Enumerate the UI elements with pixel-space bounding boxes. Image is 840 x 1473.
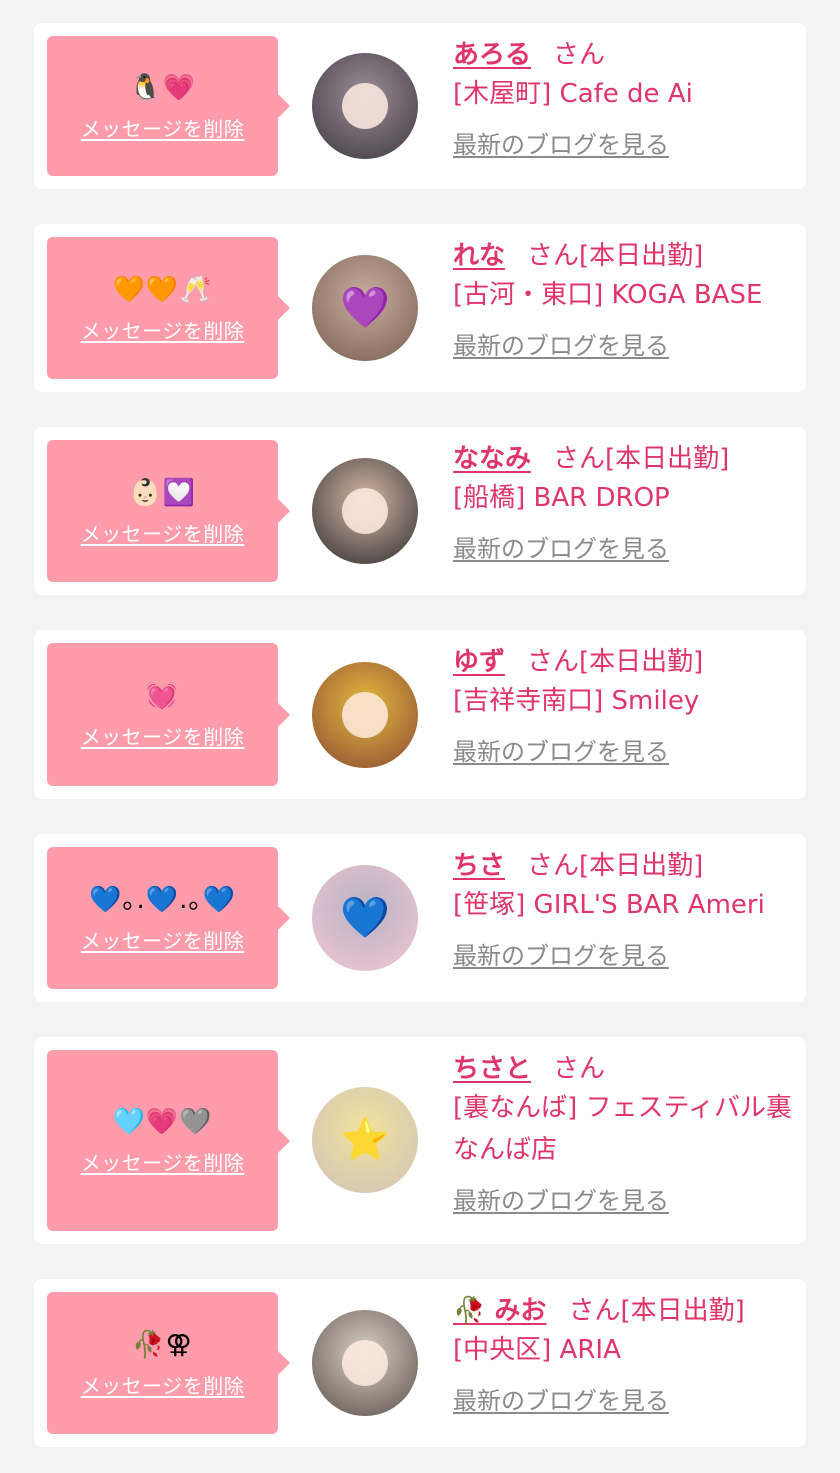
message-bubble: 🐧💗 メッセージを削除 [47,36,290,176]
message-card: 🧡🧡🥂 メッセージを削除 💜 れな さん[本日出勤] [古河・東口] KOGA B… [34,224,806,392]
name-line: あろる さん [453,37,796,73]
latest-blog-link[interactable]: 最新のブログを見る [453,1381,669,1416]
latest-blog-link[interactable]: 最新のブログを見る [453,326,669,361]
status-label: [本日出勤] [579,241,704,271]
message-bubble: 🥀⚢ メッセージを削除 [47,1292,290,1434]
profile-info: ななみ さん[本日出勤] [船橋] BAR DROP 最新のブログを見る [453,441,796,564]
message-bubble: 🩵💗🩶 メッセージを削除 [47,1050,290,1231]
status-label: [本日出勤] [579,647,704,677]
profile-info: ゆず さん[本日出勤] [吉祥寺南口] Smiley 最新のブログを見る [453,644,796,767]
latest-blog-link[interactable]: 最新のブログを見る [453,125,669,160]
name-line: 🥀 みお さん[本日出勤] [453,1293,796,1329]
shop-name: [船橋] BAR DROP [453,483,670,513]
avatar-face [342,488,388,534]
shop-name: [木屋町] Cafe de Ai [453,79,693,109]
shop-name: [中央区] ARIA [453,1335,621,1365]
avatar-face [342,692,388,738]
avatar[interactable] [312,53,418,159]
delete-message-link[interactable]: メッセージを削除 [81,113,245,142]
delete-message-link[interactable]: メッセージを削除 [81,315,245,344]
name-line: ゆず さん[本日出勤] [453,644,796,680]
profile-name-link[interactable]: ちさと [453,1054,531,1084]
honorific: さん [527,647,580,677]
name-line: れな さん[本日出勤] [453,238,796,274]
star-sticker-icon: ⭐ [340,1117,390,1163]
profile-info: ちさ さん[本日出勤] [笹塚] GIRL'S BAR Ameri 最新のブログを… [453,848,796,971]
message-bubble: 👶🏻💟 メッセージを削除 [47,440,290,582]
honorific: さん [568,1296,621,1326]
latest-blog-link[interactable]: 最新のブログを見る [453,732,669,767]
avatar[interactable] [312,1310,418,1416]
message-emoji: 👶🏻💟 [129,477,196,508]
message-card: 👶🏻💟 メッセージを削除 ななみ さん[本日出勤] [船橋] BAR DROP 最… [34,427,806,595]
profile-info: 🥀 みお さん[本日出勤] [中央区] ARIA 最新のブログを見る [453,1293,796,1416]
profile-name-link[interactable]: ななみ [453,444,531,474]
message-card: 🐧💗 メッセージを削除 あろる さん [木屋町] Cafe de Ai 最新のブロ… [34,23,806,189]
avatar[interactable]: 💜 [312,255,418,361]
shop-name: [笹塚] GIRL'S BAR Ameri [453,890,765,920]
heart-sticker-icon: 💜 [340,285,390,331]
latest-blog-link[interactable]: 最新のブログを見る [453,529,669,564]
profile-info: あろる さん [木屋町] Cafe de Ai 最新のブログを見る [453,37,796,160]
heart-sticker-icon: 💙 [340,895,390,941]
delete-message-link[interactable]: メッセージを削除 [81,1370,245,1399]
message-bubble: 💙｡.💙.｡💙 メッセージを削除 [47,847,290,989]
status-label: [本日出勤] [620,1296,745,1326]
name-line: ちさと さん [453,1051,796,1087]
message-card: 💓 メッセージを削除 ゆず さん[本日出勤] [吉祥寺南口] Smiley 最新の… [34,630,806,799]
latest-blog-link[interactable]: 最新のブログを見る [453,1181,669,1216]
message-bubble: 💓 メッセージを削除 [47,643,290,786]
honorific: さん [527,851,580,881]
honorific: さん [553,1054,606,1084]
profile-name-link[interactable]: あろる [453,40,531,70]
honorific: さん [553,444,606,474]
delete-message-link[interactable]: メッセージを削除 [81,925,245,954]
delete-message-link[interactable]: メッセージを削除 [81,721,245,750]
shop-name: [古河・東口] KOGA BASE [453,280,763,310]
message-emoji: 🩵💗🩶 [112,1107,213,1137]
avatar[interactable] [312,458,418,564]
latest-blog-link[interactable]: 最新のブログを見る [453,936,669,971]
profile-info: ちさと さん [裏なんば] フェスティバル裏なんば店 最新のブログを見る [453,1051,796,1216]
profile-info: れな さん[本日出勤] [古河・東口] KOGA BASE 最新のブログを見る [453,238,796,361]
message-bubble: 🧡🧡🥂 メッセージを削除 [47,237,290,379]
message-emoji: 💙｡.💙.｡💙 [89,884,236,915]
message-emoji: 🥀⚢ [132,1329,193,1360]
avatar[interactable]: 💙 [312,865,418,971]
status-label: [本日出勤] [605,444,730,474]
profile-name-link[interactable]: 🥀 みお [453,1296,546,1326]
message-emoji: 💓 [145,681,180,711]
honorific: さん [553,40,606,70]
avatar[interactable] [312,662,418,768]
name-line: ちさ さん[本日出勤] [453,848,796,884]
delete-message-link[interactable]: メッセージを削除 [81,518,245,547]
name-line: ななみ さん[本日出勤] [453,441,796,477]
avatar[interactable]: ⭐ [312,1087,418,1193]
message-card: 🩵💗🩶 メッセージを削除 ⭐ ちさと さん [裏なんば] フェスティバル裏なんば店… [34,1037,806,1244]
message-emoji: 🧡🧡🥂 [112,274,213,305]
delete-message-link[interactable]: メッセージを削除 [81,1147,245,1176]
shop-name: [裏なんば] フェスティバル裏なんば店 [453,1093,792,1165]
message-emoji: 🐧💗 [129,72,196,103]
avatar-face [342,83,388,129]
profile-name-link[interactable]: れな [453,241,505,271]
honorific: さん [527,241,580,271]
status-label: [本日出勤] [579,851,704,881]
message-card: 🥀⚢ メッセージを削除 🥀 みお さん[本日出勤] [中央区] ARIA 最新のブ… [34,1279,806,1447]
message-card: 💙｡.💙.｡💙 メッセージを削除 💙 ちさ さん[本日出勤] [笹塚] GIRL'… [34,834,806,1002]
profile-name-link[interactable]: ゆず [453,647,505,677]
profile-name-link[interactable]: ちさ [453,851,505,881]
shop-name: [吉祥寺南口] Smiley [453,686,700,716]
avatar-face [342,1340,388,1386]
